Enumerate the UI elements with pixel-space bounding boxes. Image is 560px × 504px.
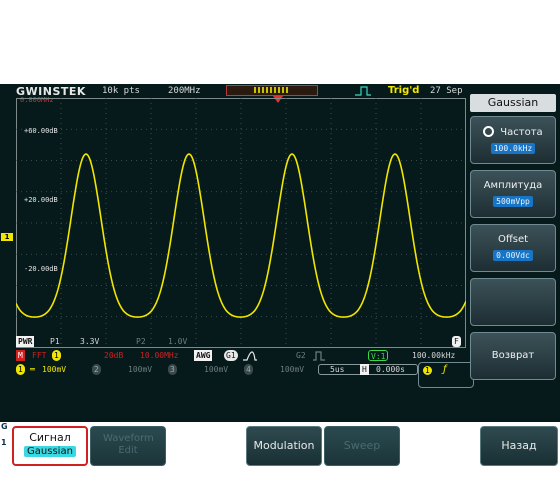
offset-label: Offset (497, 234, 529, 245)
side-letter-1: 1 (1, 438, 7, 447)
horizontal-position: 0.000s (376, 365, 405, 374)
awg-badge: AWG (194, 350, 213, 361)
grid-lines (16, 98, 466, 348)
ch3-scale: 100mV (204, 365, 229, 374)
offset-value: 0.00Vdc (493, 250, 533, 261)
trigger-slope-icon: ƒ (443, 364, 447, 375)
softkey-bar: G 1 Сигнал Gaussian Waveform Edit Modula… (0, 422, 560, 504)
p1-value: 3.3V (80, 337, 100, 346)
h-badge: H (360, 364, 369, 375)
ch1-scale: 100mV (42, 365, 67, 374)
back-label: Назад (501, 439, 537, 452)
frequency-value: 100.0kHz (490, 143, 536, 154)
p2-value: 1.0V (168, 337, 188, 346)
sweep-softkey[interactable]: Sweep (324, 426, 400, 466)
memory-bar-icon (254, 87, 290, 93)
frequency-label: Частота (500, 127, 543, 138)
ch4-badge: 4 (244, 364, 253, 375)
waveform-edit-label: Waveform Edit (103, 433, 154, 456)
rising-edge-icon (355, 86, 371, 96)
rotary-knob-icon (483, 126, 495, 137)
amplitude-value: 500mVpp (493, 196, 533, 207)
return-button[interactable]: Возврат (470, 332, 556, 380)
back-softkey[interactable]: Назад (480, 426, 558, 466)
offset-button[interactable]: Offset 0.00Vdc (470, 224, 556, 272)
p1-label: P1 (50, 337, 60, 346)
side-menu: Gaussian Частота 100.0kHz Амплитуда 500m… (468, 90, 560, 420)
fft-db-scale: 20dB (104, 351, 124, 360)
frequency-button[interactable]: Частота 100.0kHz (470, 116, 556, 164)
awg-g1: G1 (224, 350, 238, 361)
signal-value: Gaussian (24, 446, 76, 457)
date-display: 27 Sep (430, 86, 463, 96)
y-label-minus20db: -20.00dB (24, 265, 58, 273)
ch2-badge: 2 (92, 364, 101, 375)
oscilloscope-screen: GWINSTEK 0.800MHz 10k pts 200MHz Trig'd … (0, 84, 560, 422)
pwr-badge: PWR (16, 336, 35, 347)
gaussian-wave-icon (243, 351, 257, 361)
menu-title: Gaussian (470, 94, 556, 112)
y-label-20db: +20.00dB (24, 196, 58, 204)
math-awg-row: M FFT 1 20dB 10.00MHz AWG G1 G2 V:1 100.… (16, 350, 466, 361)
p2-label: P2 (136, 337, 146, 346)
fft-frequency: 10.00MHz (140, 351, 179, 360)
amplitude-button[interactable]: Амплитуда 500mVpp (470, 170, 556, 218)
amplitude-label: Амплитуда (483, 180, 543, 191)
timebase: 5us (330, 365, 345, 374)
ch2-scale: 100mV (128, 365, 153, 374)
empty-menu-slot (470, 278, 556, 326)
square-wave-icon (313, 351, 325, 361)
trigger-source: V:1 (368, 350, 389, 361)
sweep-label: Sweep (343, 439, 381, 452)
trigger-info-box: 1 ƒ (418, 362, 474, 388)
channel-scale-row: 1 ═ 100mV 2 100mV 3 100mV 4 100mV 5us H … (16, 364, 428, 375)
modulation-label: Modulation (253, 439, 315, 452)
fft-label: FFT (32, 351, 47, 360)
filter-badge: F (452, 336, 461, 347)
trigger-status: Trig'd (388, 85, 420, 96)
side-letter-g: G (1, 422, 8, 431)
measured-frequency: 100.00kHz (412, 351, 456, 360)
fft-source-ch: 1 (52, 350, 61, 361)
waveform-edit-softkey[interactable]: Waveform Edit (90, 426, 166, 466)
modulation-softkey[interactable]: Modulation (246, 426, 322, 466)
awg-g2: G2 (296, 351, 306, 360)
return-label: Возврат (491, 350, 535, 361)
sample-rate: 200MHz (168, 86, 201, 96)
math-badge: M (16, 350, 25, 361)
ch1-badge: 1 (16, 364, 25, 375)
power-status-row: PWR P1 3.3V P2 1.0V F (16, 336, 466, 347)
signal-label: Сигнал (29, 431, 71, 444)
trigger-ch-badge: 1 (423, 366, 432, 375)
ch3-badge: 3 (168, 364, 177, 375)
ch1-ground-marker: 1 (1, 233, 13, 241)
record-length: 10k pts (102, 86, 140, 96)
waveform-display (16, 98, 466, 348)
ch4-scale: 100mV (280, 365, 305, 374)
y-label-60db: +60.00dB (24, 127, 58, 135)
signal-softkey[interactable]: Сигнал Gaussian (12, 426, 88, 466)
